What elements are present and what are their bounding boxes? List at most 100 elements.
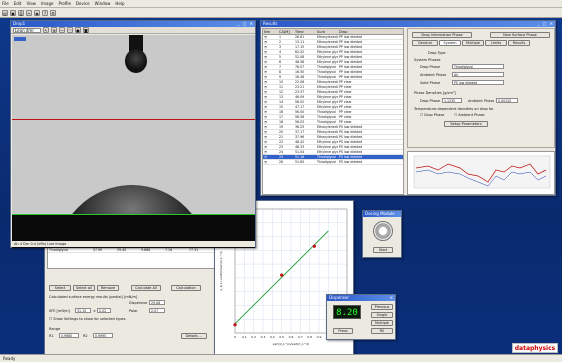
save-icon[interactable]: ▣ xyxy=(10,9,16,16)
select-all-button[interactable]: Select all xyxy=(73,285,95,291)
table-cell: PP low dielded xyxy=(339,40,363,44)
details-button[interactable]: Details ... xyxy=(181,333,207,339)
x-tick-label: 0.3 xyxy=(261,335,266,339)
open-icon[interactable]: ▤ xyxy=(2,9,8,16)
camera-icon[interactable]: ◉ xyxy=(34,9,40,16)
ambient-phase-label: Ambient Phase xyxy=(420,73,447,77)
menu-help[interactable]: Help xyxy=(115,1,124,6)
table-cell: PS low dielded xyxy=(339,145,363,149)
dispenser-close-icon[interactable]: ✕ xyxy=(390,295,395,301)
window-controls-icon[interactable]: _ □ ✕ xyxy=(537,21,555,27)
drop-icon: ◔ xyxy=(264,90,267,94)
x-tick-label: 0.8 xyxy=(307,335,312,339)
table-cell: 23 xyxy=(279,145,284,149)
data-point[interactable] xyxy=(312,244,316,248)
baseline-icon[interactable]: — xyxy=(59,27,65,33)
surface-cell: 7.16 xyxy=(165,248,173,252)
drop-icon: ◔ xyxy=(264,35,267,39)
pendant-drop xyxy=(125,49,147,73)
menu-edit[interactable]: Edit xyxy=(14,1,22,6)
new-surface-phase-button[interactable]: New Surface Phase xyxy=(490,32,550,38)
single-button[interactable]: Single xyxy=(371,312,393,318)
menu-bar: File Edit View Image Profile Device Wind… xyxy=(0,0,562,8)
show-settings-checkbox[interactable]: ☐ Show Settings to show for selected typ… xyxy=(49,317,126,321)
ambient-phase-field[interactable]: Air xyxy=(452,72,504,77)
table-cell: PP low dielded xyxy=(339,45,363,49)
table-cell: 25 xyxy=(279,155,284,159)
table-cell: 26.81 xyxy=(295,35,305,39)
drop-info-phase-button[interactable]: Drop Information Phase xyxy=(412,32,472,38)
ambient-phase-checkbox[interactable]: ☐ Ambient Phase xyxy=(454,113,485,117)
tab-general[interactable]: General xyxy=(412,40,438,46)
menu-profile[interactable]: Profile xyxy=(58,1,70,6)
table-row[interactable]: ◔ 26 51.65 Thiodiglycol PS low dielded xyxy=(263,160,403,165)
polar-field: 2.07 xyxy=(149,308,165,313)
drop-window-controls-icon[interactable]: _ □ ✕ xyxy=(237,21,255,27)
table-cell: Thiodiglycol xyxy=(317,115,337,119)
help-icon[interactable]: ? xyxy=(42,9,48,16)
table-cell: PP low dielded xyxy=(339,50,363,54)
sfe-label: SFE [mN/m] xyxy=(49,309,70,313)
calculate-all-button[interactable]: Calculate All xyxy=(131,285,161,291)
drop-icon: ◔ xyxy=(264,70,267,74)
press-button[interactable]: Press xyxy=(333,328,353,334)
settings-icon[interactable]: ⚙ xyxy=(50,9,56,16)
previous-button[interactable]: Previous xyxy=(371,304,393,310)
table-cell: 56.03 xyxy=(295,120,305,124)
table-cell: 36.25 xyxy=(295,125,305,129)
tab-limits[interactable]: Limits xyxy=(485,40,507,46)
drop-phase-density-field[interactable]: 1.1235 xyxy=(442,98,462,103)
drop-phase-checkbox[interactable]: ☐ Drop Phase xyxy=(420,113,444,117)
tab-results[interactable]: Results xyxy=(508,40,530,46)
dosing-start-button[interactable]: Start xyxy=(373,247,393,253)
cut-icon[interactable]: ✂ xyxy=(26,9,32,16)
calculation-button[interactable]: Calculation xyxy=(171,285,201,291)
drop-phase-field[interactable]: Thiodiglycol xyxy=(452,64,504,69)
surface-row[interactable]: Thiodiglycol 57.90 29.40 9.886 7.16 77.31 xyxy=(48,248,220,253)
drop-icon: ◔ xyxy=(264,125,267,129)
data-point[interactable] xyxy=(280,273,284,277)
table-cell: 10 xyxy=(279,80,284,84)
fit-icon[interactable]: ◠ xyxy=(67,27,73,33)
ambient-phase-density-field[interactable]: 0.00120 xyxy=(496,98,518,103)
menu-window[interactable]: Window xyxy=(95,1,111,6)
print-icon[interactable]: ⎙ xyxy=(18,9,24,16)
fill-button[interactable]: Fill xyxy=(371,328,393,334)
table-cell: 5 xyxy=(279,55,282,59)
record-icon[interactable]: ● xyxy=(75,27,81,33)
drop-icon: ◔ xyxy=(264,40,267,44)
table-cell: 52.08 xyxy=(295,55,305,59)
table-cell: 20 xyxy=(279,130,284,134)
table-cell: PP low dielded xyxy=(339,60,363,64)
select-button[interactable]: Select xyxy=(49,285,71,291)
arrow-icon[interactable]: ↖ xyxy=(43,27,49,33)
data-point[interactable] xyxy=(233,323,237,327)
ambient-phase-density-label: Ambient Phase xyxy=(468,99,495,103)
setup-parameters-button[interactable]: Setup Parameters xyxy=(444,121,488,127)
remove-button[interactable]: Remove xyxy=(97,285,119,291)
drop-icon: ◔ xyxy=(264,135,267,139)
mode-select[interactable]: Lean dmr xyxy=(13,27,41,33)
y-axis-label: σ_L(1+cosθ)/2sqrt(σ_L^d) xyxy=(219,251,223,290)
snapshot-icon[interactable]: ◙ xyxy=(83,27,89,33)
zoom-icon[interactable]: ⊕ xyxy=(51,27,57,33)
menu-view[interactable]: View xyxy=(26,1,36,6)
table-cell: 13.11 xyxy=(295,40,305,44)
x-tick-label: 0.6 xyxy=(289,335,294,339)
menu-file[interactable]: File xyxy=(2,1,9,6)
table-cell: 76.07 xyxy=(295,65,305,69)
tab-system[interactable]: System xyxy=(439,40,461,46)
menu-device[interactable]: Device xyxy=(76,1,90,6)
table-cell: PS low dielded xyxy=(339,130,363,134)
solid-phase-field[interactable]: PS low dielded xyxy=(452,80,504,85)
selection-marker[interactable] xyxy=(14,37,26,41)
drop-icon: ◔ xyxy=(264,60,267,64)
gear-icon[interactable] xyxy=(373,221,393,241)
r1-label: R1 xyxy=(49,334,54,338)
multiple-button[interactable]: Multiple xyxy=(371,320,393,326)
table-cell: 12 xyxy=(279,90,284,94)
menu-image[interactable]: Image xyxy=(41,1,54,6)
x-tick-label: 0.7 xyxy=(298,335,303,339)
tab-multiple[interactable]: Multiple xyxy=(462,40,484,46)
table-cell: PP clear xyxy=(339,120,352,124)
